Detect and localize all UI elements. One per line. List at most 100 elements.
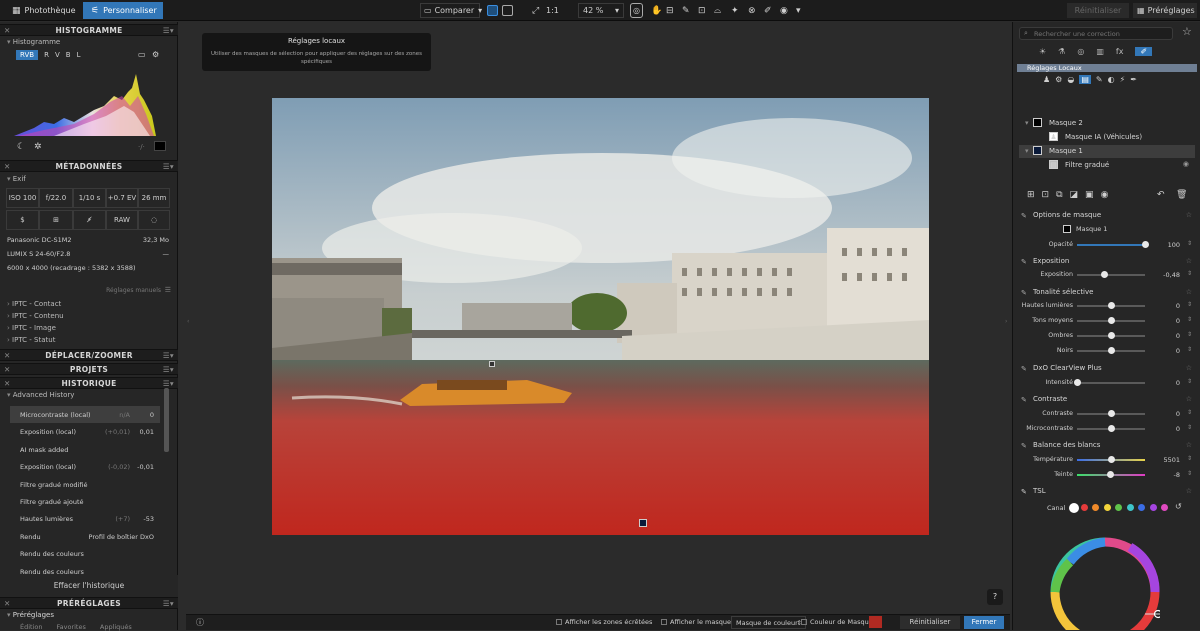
local-adjust-icon[interactable]: ✐ <box>764 3 772 18</box>
hand-icon[interactable]: ✋ <box>651 3 662 18</box>
clipped-checkbox[interactable] <box>556 619 562 625</box>
show-mask-checkbox[interactable] <box>661 619 667 625</box>
channel-r[interactable]: R <box>44 50 49 60</box>
slider-track[interactable] <box>1077 410 1145 417</box>
object-icon[interactable]: ⚙ <box>1055 75 1062 84</box>
dropdown-icon[interactable]: ▾ <box>796 3 801 18</box>
exposure-title[interactable]: Exposition <box>1033 257 1069 265</box>
add-mask-icon[interactable]: ⊞ <box>1027 190 1035 200</box>
star-icon[interactable]: ☆ <box>1186 288 1192 296</box>
slider-track[interactable] <box>1077 317 1145 324</box>
history-item[interactable]: Exposition (local) (-0,02) -0,01 <box>10 458 160 475</box>
eyedropper-icon[interactable]: ✎ <box>682 3 690 18</box>
star-icon[interactable]: ☆ <box>1186 364 1192 372</box>
slider-track[interactable] <box>1077 456 1145 463</box>
clear-history-button[interactable]: Effacer l'historique <box>0 575 178 597</box>
crop-icon[interactable]: ◎ <box>630 3 643 18</box>
star-icon[interactable]: ☆ <box>1186 211 1192 219</box>
reset-bottom-button[interactable]: Réinitialiser <box>900 616 960 629</box>
channel-l[interactable]: L <box>77 50 81 60</box>
tab-phototheque[interactable]: ▦ Photothèque <box>4 2 84 19</box>
star-icon[interactable]: ☆ <box>1186 487 1192 495</box>
reset-channel-icon[interactable]: ↺ <box>1175 502 1182 511</box>
history-item[interactable]: Rendu Profil de boîtier DxO <box>10 528 160 545</box>
stepper-icon[interactable]: ⇕ <box>1187 455 1192 462</box>
opacity-value[interactable]: 100 <box>1168 241 1180 249</box>
slider-value[interactable]: 0 <box>1176 410 1180 418</box>
history-item[interactable]: Microcontraste (local) n/A 0 <box>10 406 160 423</box>
projects-header[interactable]: ✕ PROJETS ☰▾ <box>0 363 178 375</box>
people-icon[interactable]: ♟ <box>1043 75 1050 84</box>
mask-options-title[interactable]: Options de masque <box>1033 211 1101 219</box>
brush-icon[interactable]: ✎ <box>1096 75 1103 84</box>
trash-icon[interactable]: 🗑 <box>1176 190 1187 200</box>
contrast-title[interactable]: Contraste <box>1033 395 1067 403</box>
iptc-status[interactable]: › IPTC - Statut <box>7 336 55 344</box>
stepper-icon[interactable]: ⇕ <box>1187 378 1192 385</box>
history-scrollbar[interactable] <box>164 388 169 452</box>
fit-icon[interactable]: ⤢ <box>532 3 539 18</box>
slider-knob[interactable] <box>1108 347 1115 354</box>
iptc-image[interactable]: › IPTC - Image <box>7 324 56 332</box>
mask-handle-bottom[interactable] <box>639 519 647 527</box>
hsl-channel-swatch[interactable] <box>1080 504 1088 511</box>
mask-row[interactable]: ♟ Masque IA (Véhicules) <box>1019 131 1195 144</box>
eye-icon[interactable]: ◉ <box>780 3 788 18</box>
stepper-icon[interactable]: ⇕ <box>1187 409 1192 416</box>
auto-brush-icon[interactable]: ⚡ <box>1120 75 1126 84</box>
channel-v[interactable]: V <box>55 50 60 60</box>
presets-header[interactable]: ✕ PRÉRÉGLAGES ☰▾ <box>0 597 178 609</box>
help-button[interactable]: ? <box>987 589 1003 605</box>
mask-handle-top[interactable] <box>489 361 495 367</box>
eye-icon[interactable]: ◉ <box>1183 160 1189 168</box>
favorites-star-icon[interactable]: ☆ <box>1182 25 1192 38</box>
iptc-content[interactable]: › IPTC - Contenu <box>7 312 64 320</box>
visibility-icon[interactable]: ◉ <box>1101 190 1109 200</box>
metadata-header[interactable]: ✕ MÉTADONNÉES ☰▾ <box>0 160 178 172</box>
tab-personnaliser[interactable]: ⚟ Personnaliser <box>83 2 163 19</box>
slider-knob[interactable] <box>1108 410 1115 417</box>
slider-track[interactable] <box>1077 302 1145 309</box>
color-icon[interactable]: ⚗ <box>1058 47 1065 56</box>
settings-icon[interactable]: ⚙ <box>152 50 159 59</box>
mask-color-swatch[interactable] <box>869 616 882 628</box>
star-icon[interactable]: ☆ <box>1186 395 1192 403</box>
highlight-clip-icon[interactable]: ✲ <box>34 142 42 152</box>
tonality-title[interactable]: Tonalité sélective <box>1033 288 1093 296</box>
hsl-channel-swatch[interactable] <box>1092 504 1099 511</box>
slider-knob[interactable] <box>1142 241 1149 248</box>
sky-icon[interactable]: ◒ <box>1067 75 1074 84</box>
slider-track[interactable] <box>1074 379 1145 386</box>
light-icon[interactable]: ☀ <box>1039 47 1046 56</box>
mask-color-checkbox[interactable] <box>801 619 807 625</box>
opacity-slider[interactable] <box>1077 241 1149 248</box>
radial-icon[interactable]: ◐ <box>1108 75 1115 84</box>
stepper-icon[interactable]: ⇕ <box>1187 424 1192 431</box>
side-by-side-button[interactable] <box>502 3 513 18</box>
single-view-button[interactable] <box>487 3 498 18</box>
iptc-contact[interactable]: › IPTC - Contact <box>7 300 61 308</box>
slider-knob[interactable] <box>1108 317 1115 324</box>
channel-rvb[interactable]: RVB <box>16 50 39 60</box>
collapse-left-icon[interactable]: ‹ <box>187 318 189 325</box>
effects-icon[interactable]: fx <box>1116 47 1124 56</box>
slider-value[interactable]: 5501 <box>1163 456 1180 464</box>
perspective-icon[interactable]: ⊡ <box>698 3 706 18</box>
ratio-button[interactable]: 1:1 <box>546 3 559 18</box>
photo-preview[interactable] <box>272 98 929 535</box>
hsl-channel-swatch[interactable] <box>1161 504 1168 511</box>
redeye-icon[interactable]: ⊗ <box>748 3 756 18</box>
horizon-icon[interactable]: ⌓ <box>714 3 721 18</box>
history-item[interactable]: Rendu des couleurs <box>10 545 160 562</box>
local-adjust-tab-icon[interactable]: ✐ <box>1135 46 1153 56</box>
compare-dropdown[interactable]: ▭ Comparer ▾ <box>420 3 482 18</box>
search-box[interactable]: ⌕ <box>1019 27 1173 40</box>
menu-icon[interactable]: ☰ <box>165 286 171 294</box>
slider-track[interactable] <box>1077 332 1145 339</box>
slider-knob[interactable] <box>1108 456 1115 463</box>
stepper-icon[interactable]: ⇕ <box>1187 331 1192 338</box>
monitor-icon[interactable]: ▭ <box>138 50 146 59</box>
search-input[interactable] <box>1034 29 1168 39</box>
stepper-icon[interactable]: ⇕ <box>1187 301 1192 308</box>
stepper-icon[interactable]: ⇕ <box>1187 240 1192 247</box>
